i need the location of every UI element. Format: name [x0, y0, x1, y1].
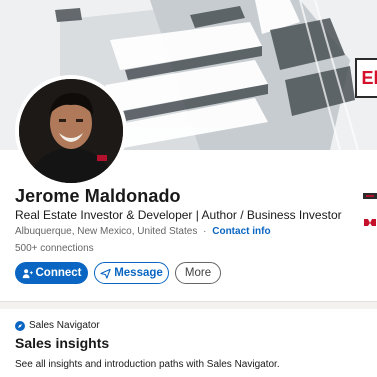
- compass-icon: [15, 320, 25, 331]
- profile-name: Jerome Maldonado: [15, 186, 181, 206]
- company-logos[interactable]: [361, 193, 377, 233]
- sales-insights-card: Sales Navigator Sales insights See all i…: [0, 309, 377, 377]
- more-button[interactable]: More: [175, 262, 221, 284]
- paper-plane-icon: [100, 268, 111, 279]
- message-button[interactable]: Message: [94, 262, 169, 284]
- company-logo-icons: [363, 193, 377, 226]
- connect-label: Connect: [35, 267, 82, 279]
- sales-insights-subtitle: See all insights and introduction paths …: [15, 359, 280, 370]
- message-label: Message: [114, 267, 163, 279]
- profile-headline: Real Estate Investor & Developer | Autho…: [15, 208, 342, 222]
- add-user-icon: [22, 268, 33, 279]
- profile-photo: [19, 79, 123, 183]
- separator-dot: ·: [203, 226, 207, 237]
- sales-insights-title: Sales insights: [15, 335, 110, 351]
- location-text: Albuquerque, New Mexico, United States: [15, 226, 198, 237]
- avatar[interactable]: [15, 75, 127, 187]
- banner-logo: El: [355, 58, 377, 98]
- profile-card: El Jerome Maldonado Real Estate Investor…: [0, 0, 377, 302]
- sales-navigator-label: Sales Navigator: [29, 320, 100, 331]
- contact-info-link[interactable]: Contact info: [212, 226, 270, 237]
- location-row: Albuquerque, New Mexico, United States ·…: [15, 226, 271, 237]
- sales-navigator-badge: Sales Navigator: [15, 320, 100, 331]
- banner-logo-text: El: [361, 67, 377, 88]
- more-label: More: [184, 267, 212, 279]
- connect-button[interactable]: Connect: [15, 262, 88, 284]
- connections-count: 500+ connections: [15, 243, 94, 254]
